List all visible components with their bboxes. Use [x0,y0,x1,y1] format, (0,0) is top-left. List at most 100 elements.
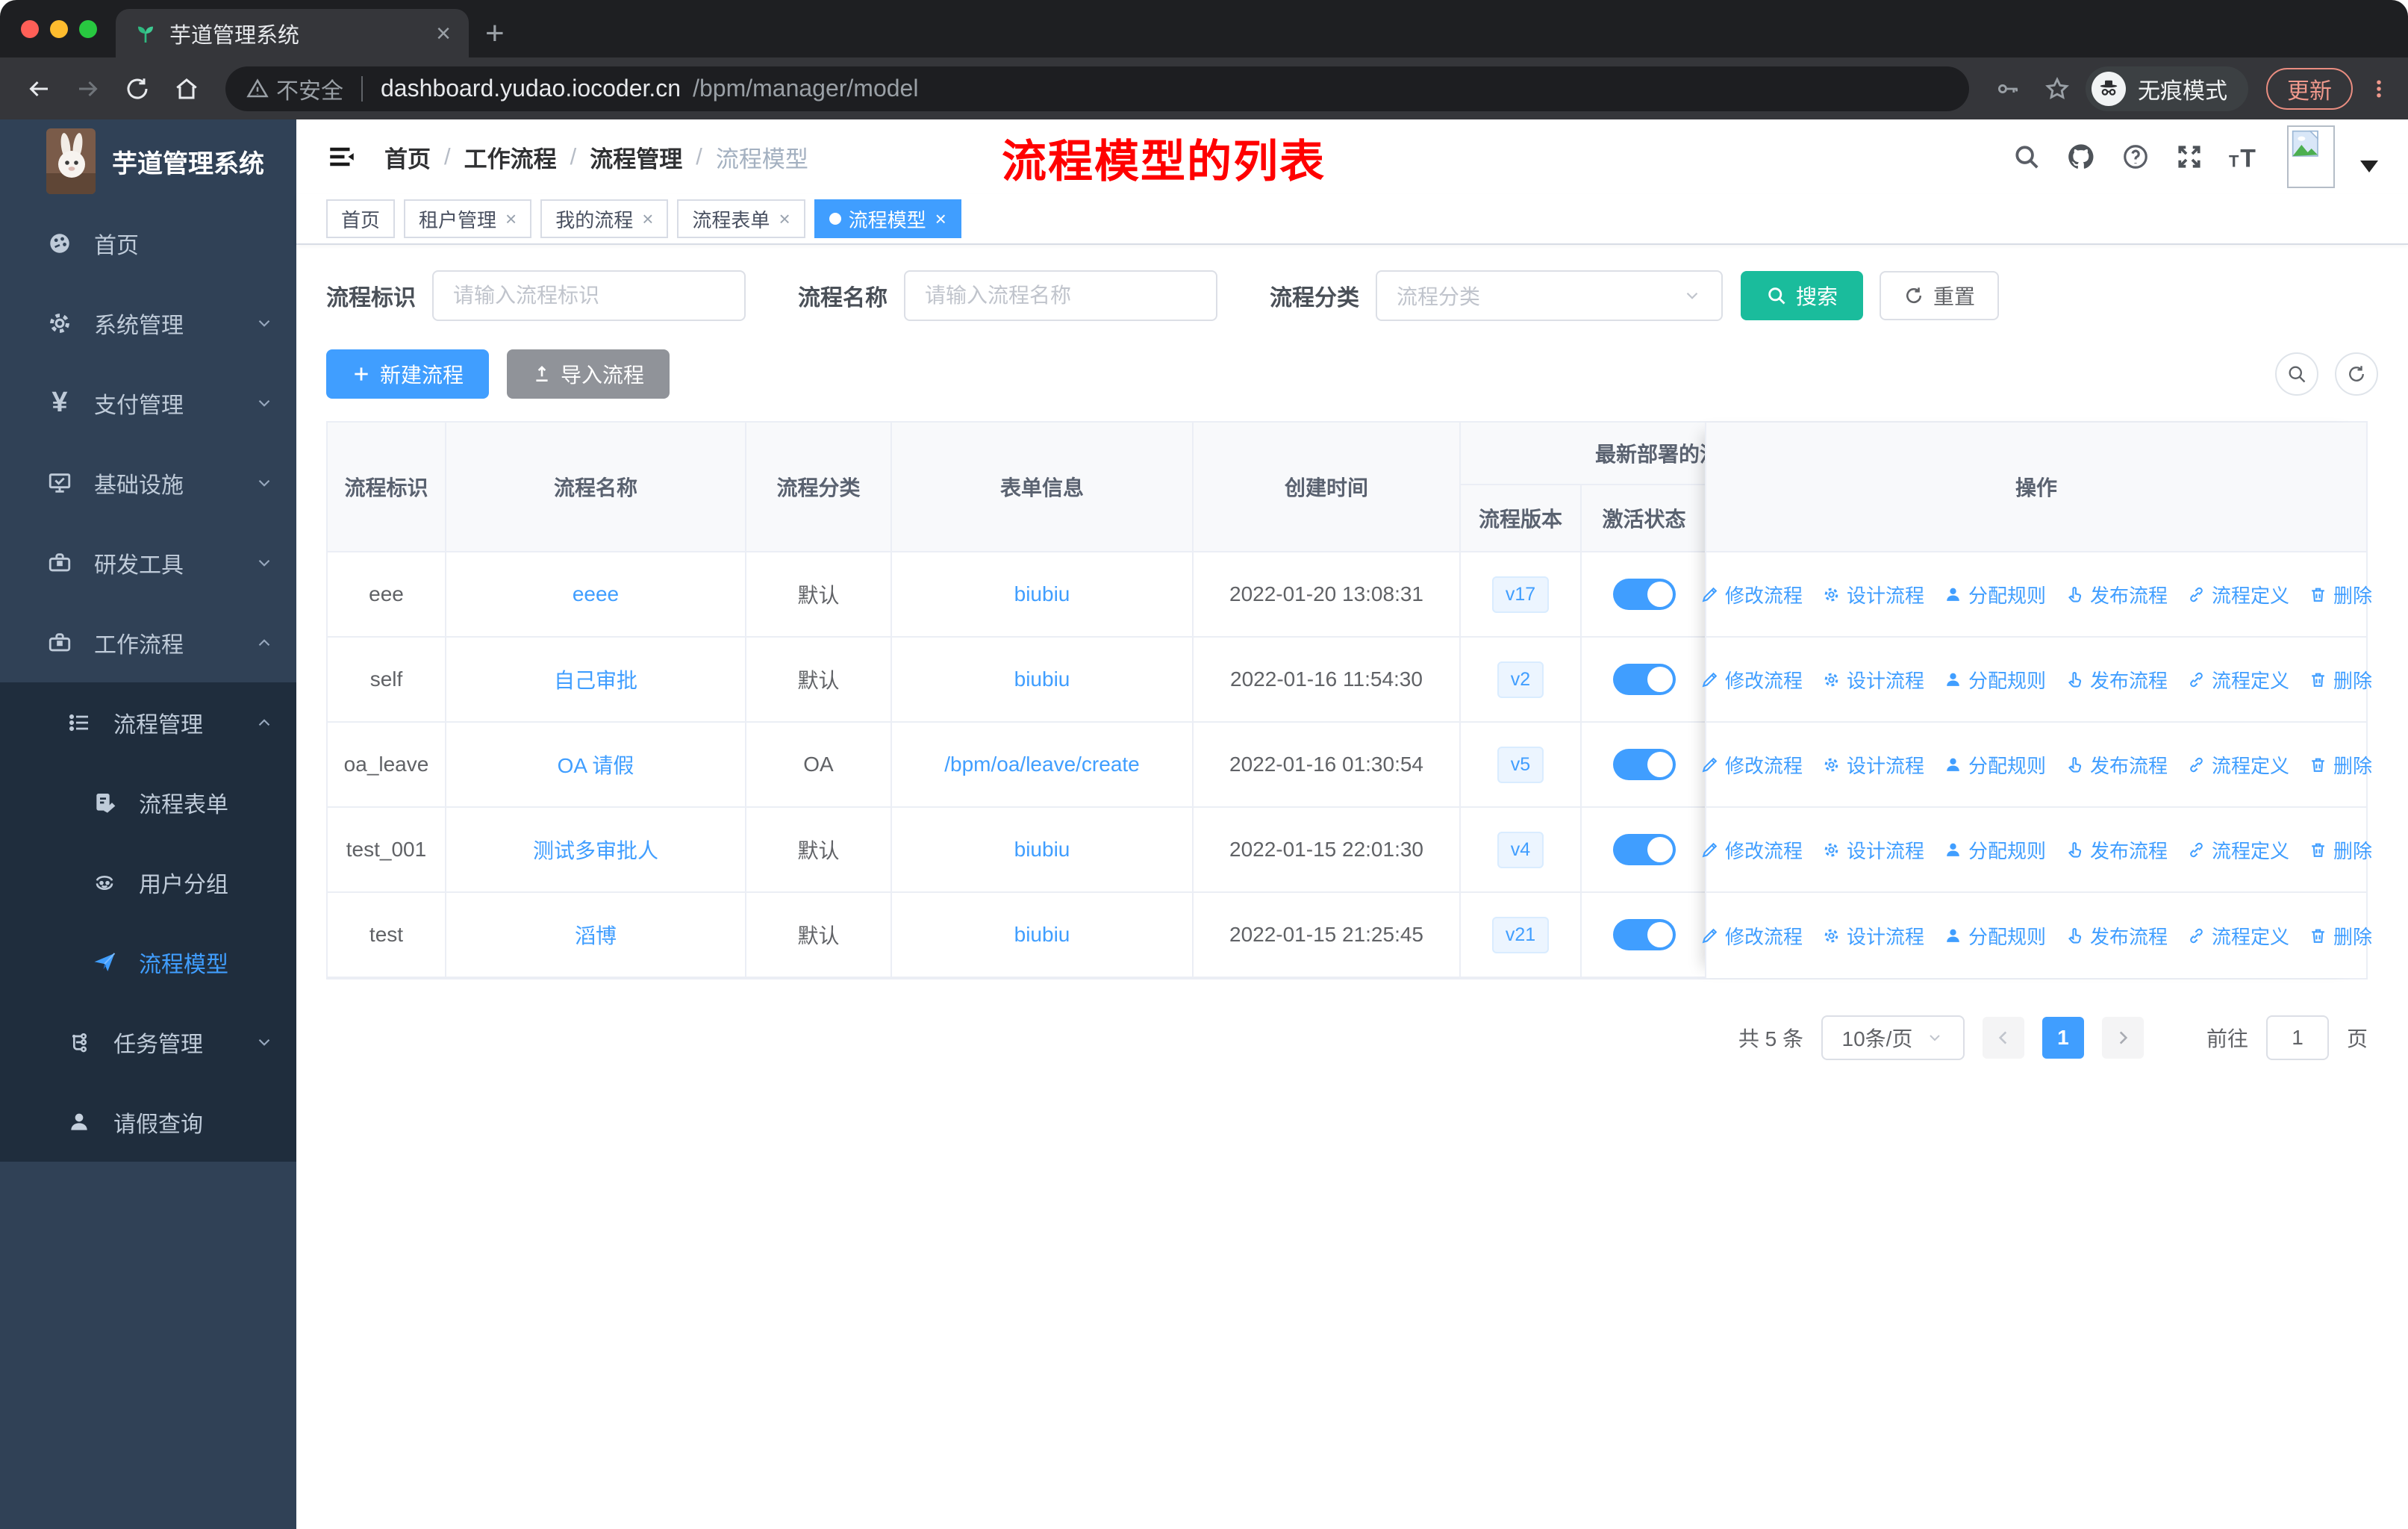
next-page-button[interactable] [2101,1017,2144,1059]
tag-close-icon[interactable]: × [642,208,653,231]
reload-icon[interactable] [116,68,158,110]
browser-tab[interactable]: 芋道管理系统 × [116,9,469,57]
refresh-icon-button[interactable] [2335,352,2378,396]
breadcrumb-home[interactable]: 首页 [384,140,431,174]
goto-page-input[interactable] [2265,1015,2329,1060]
process-definition-link[interactable]: 流程定义 [2187,922,2289,950]
bookmark-star-icon[interactable] [2036,68,2078,110]
import-process-button[interactable]: 导入流程 [507,349,670,399]
assign-rule-link[interactable]: 分配规则 [1944,581,2046,608]
tag-close-icon[interactable]: × [505,208,517,231]
tag-close-icon[interactable]: × [779,208,790,231]
github-icon[interactable] [2066,142,2096,172]
browser-menu-icon[interactable] [2368,76,2390,102]
url-bar[interactable]: 不安全 dashboard.yudao.iocoder.cn/bpm/manag… [225,66,1969,111]
form-info-link[interactable]: biubiu [1014,667,1070,691]
version-badge[interactable]: v21 [1491,916,1550,953]
active-toggle[interactable] [1612,749,1676,780]
sidebar-item-user-group[interactable]: 用户分组 [0,842,296,922]
sidebar-item-payment[interactable]: ¥ 支付管理 [0,363,296,443]
breadcrumb-process-mgmt[interactable]: 流程管理 [590,140,682,174]
design-process-link[interactable]: 设计流程 [1822,922,1924,950]
design-process-link[interactable]: 设计流程 [1822,751,1924,779]
not-secure-warning[interactable]: 不安全 [246,72,343,105]
publish-process-link[interactable]: 发布流程 [2065,581,2168,608]
back-icon[interactable] [18,68,60,110]
version-badge[interactable]: v5 [1497,746,1544,783]
breadcrumb-workflow[interactable]: 工作流程 [464,140,557,174]
delete-link[interactable]: 删除 [2309,581,2372,608]
show-search-icon-button[interactable] [2275,352,2318,396]
process-name-link[interactable]: 滔博 [575,920,617,950]
active-toggle[interactable] [1612,664,1676,695]
assign-rule-link[interactable]: 分配规则 [1944,666,2046,694]
tag-home[interactable]: 首页 [326,199,396,238]
home-icon[interactable] [166,68,208,110]
update-button[interactable]: 更新 [2266,67,2353,110]
forward-icon[interactable] [67,68,109,110]
sidebar-item-process-mgmt[interactable]: 流程管理 [0,682,296,762]
process-name-link[interactable]: eeee [573,582,619,606]
edit-process-link[interactable]: 修改流程 [1700,922,1803,950]
version-badge[interactable]: v17 [1491,576,1550,613]
zoom-window-button[interactable] [79,19,97,38]
form-info-link[interactable]: biubiu [1014,838,1070,862]
delete-link[interactable]: 删除 [2309,666,2372,694]
search-icon[interactable] [2012,143,2041,171]
collapse-sidebar-icon[interactable] [326,141,358,172]
process-name-link[interactable]: 测试多审批人 [533,835,658,865]
process-category-select[interactable]: 流程分类 [1376,270,1723,321]
process-name-input[interactable] [904,270,1217,321]
process-name-link[interactable]: 自己审批 [554,664,637,694]
create-process-button[interactable]: 新建流程 [326,349,490,399]
publish-process-link[interactable]: 发布流程 [2065,836,2168,864]
delete-link[interactable]: 删除 [2309,836,2372,864]
sidebar-item-infra[interactable]: 基础设施 [0,443,296,523]
page-number-current[interactable]: 1 [2042,1017,2084,1059]
publish-process-link[interactable]: 发布流程 [2065,922,2168,950]
fullscreen-icon[interactable] [2175,143,2203,171]
sidebar-item-system[interactable]: 系统管理 [0,283,296,363]
sidebar-item-devtools[interactable]: 研发工具 [0,523,296,602]
avatar-dropdown-caret-icon[interactable] [2360,161,2378,172]
edit-process-link[interactable]: 修改流程 [1700,751,1803,779]
reset-button[interactable]: 重置 [1880,271,2000,320]
tag-close-icon[interactable]: × [935,208,946,231]
sidebar-item-workflow[interactable]: 工作流程 [0,602,296,682]
tag-process-model[interactable]: 流程模型 × [814,199,961,238]
edit-process-link[interactable]: 修改流程 [1700,836,1803,864]
close-window-button[interactable] [21,19,39,38]
new-tab-button[interactable]: + [485,15,505,52]
minimize-window-button[interactable] [50,19,68,38]
sidebar-item-task-mgmt[interactable]: 任务管理 [0,1002,296,1082]
sidebar-item-home[interactable]: 首页 [0,203,296,283]
help-icon[interactable] [2121,143,2150,171]
design-process-link[interactable]: 设计流程 [1822,581,1924,608]
assign-rule-link[interactable]: 分配规则 [1944,836,2046,864]
sidebar-item-process-form[interactable]: 流程表单 [0,762,296,842]
process-definition-link[interactable]: 流程定义 [2187,581,2289,608]
publish-process-link[interactable]: 发布流程 [2065,666,2168,694]
version-badge[interactable]: v4 [1497,831,1544,868]
key-icon[interactable] [1987,68,2029,110]
version-badge[interactable]: v2 [1497,661,1544,698]
tag-tenant[interactable]: 租户管理 × [404,199,532,238]
edit-process-link[interactable]: 修改流程 [1700,581,1803,608]
delete-link[interactable]: 删除 [2309,751,2372,779]
form-info-link[interactable]: /bpm/oa/leave/create [944,753,1140,776]
prev-page-button[interactable] [1982,1017,2024,1059]
delete-link[interactable]: 删除 [2309,922,2372,950]
tab-close-icon[interactable]: × [436,21,451,46]
form-info-link[interactable]: biubiu [1014,923,1070,947]
tag-process-form[interactable]: 流程表单 × [677,199,805,238]
active-toggle[interactable] [1612,579,1676,610]
process-definition-link[interactable]: 流程定义 [2187,666,2289,694]
page-size-select[interactable]: 10条/页 [1821,1015,1965,1060]
assign-rule-link[interactable]: 分配规则 [1944,751,2046,779]
process-definition-link[interactable]: 流程定义 [2187,836,2289,864]
sidebar-item-leave-query[interactable]: 请假查询 [0,1082,296,1162]
process-name-link[interactable]: OA 请假 [558,750,634,779]
design-process-link[interactable]: 设计流程 [1822,666,1924,694]
active-toggle[interactable] [1612,834,1676,865]
avatar[interactable] [2287,125,2335,188]
